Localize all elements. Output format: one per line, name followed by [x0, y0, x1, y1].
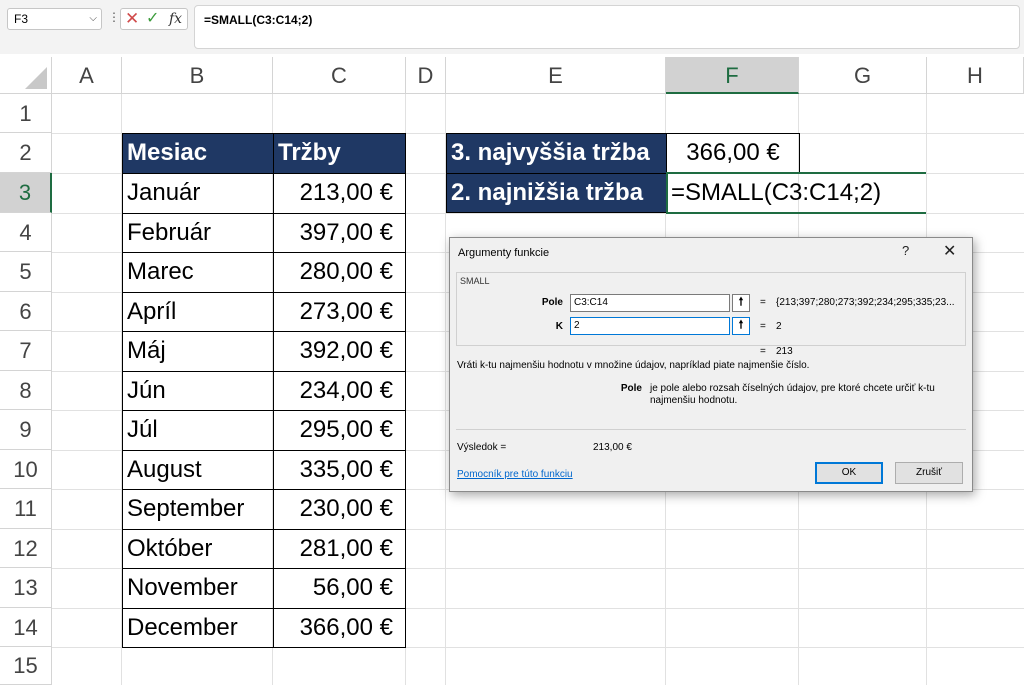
- table-cell-sales[interactable]: 280,00 €: [273, 252, 406, 293]
- arg-input-pole[interactable]: C3:C14: [570, 294, 730, 312]
- arg-eq: =: [760, 321, 766, 332]
- row-header-9[interactable]: 9: [0, 410, 52, 450]
- more-icon: ⋮: [108, 10, 120, 24]
- arg-label-pole: Pole: [541, 297, 563, 308]
- table-cell-sales[interactable]: 213,00 €: [273, 173, 406, 214]
- select-all-icon: [25, 67, 47, 89]
- row-header-1[interactable]: 1: [0, 94, 52, 133]
- function-name: SMALL: [460, 276, 490, 286]
- row-header-8[interactable]: 8: [0, 371, 52, 410]
- row-header-6[interactable]: 6: [0, 292, 52, 331]
- name-box[interactable]: F3 ⌵: [7, 8, 102, 30]
- table-cell-month[interactable]: Júl: [122, 410, 274, 451]
- table-cell-month[interactable]: August: [122, 450, 274, 490]
- table-header-month[interactable]: Mesiac: [122, 133, 274, 174]
- table-cell-sales[interactable]: 230,00 €: [273, 489, 406, 530]
- label-third-highest[interactable]: 3. najvyššia tržba: [446, 133, 667, 174]
- table-cell-sales[interactable]: 295,00 €: [273, 410, 406, 451]
- table-cell-month[interactable]: December: [122, 608, 274, 648]
- table-cell-month[interactable]: Október: [122, 529, 274, 569]
- table-header-sales[interactable]: Tržby: [273, 133, 406, 174]
- arg-input-k[interactable]: 2: [570, 317, 730, 335]
- table-cell-month[interactable]: Február: [122, 213, 274, 253]
- column-header-c[interactable]: C: [273, 57, 406, 94]
- row-header-4[interactable]: 4: [0, 213, 52, 252]
- function-arguments-dialog: Argumenty funkcie ? ✕ SMALL Pole C3:C14 …: [449, 237, 973, 492]
- param-description: je pole alebo rozsah číselných údajov, p…: [650, 383, 935, 406]
- table-cell-sales[interactable]: 392,00 €: [273, 331, 406, 372]
- table-cell-sales[interactable]: 281,00 €: [273, 529, 406, 569]
- ok-button[interactable]: OK: [815, 462, 883, 484]
- table-cell-month[interactable]: Máj: [122, 331, 274, 372]
- column-header-d[interactable]: D: [406, 57, 446, 94]
- row-header-13[interactable]: 13: [0, 568, 52, 608]
- collapse-dialog-icon[interactable]: 🠕: [732, 294, 750, 312]
- table-cell-month[interactable]: November: [122, 568, 274, 609]
- arg-result-pole: {213;397;280;273;392;234;295;335;23...: [776, 297, 955, 308]
- row-header-14[interactable]: 14: [0, 608, 52, 647]
- row-header-5[interactable]: 5: [0, 252, 52, 292]
- row-header-7[interactable]: 7: [0, 331, 52, 371]
- value-third-highest[interactable]: 366,00 €: [666, 133, 800, 174]
- table-cell-sales[interactable]: 397,00 €: [273, 213, 406, 253]
- table-cell-sales[interactable]: 234,00 €: [273, 371, 406, 411]
- column-header-e[interactable]: E: [446, 57, 666, 94]
- column-header-g[interactable]: G: [799, 57, 927, 94]
- row-header-15[interactable]: 15: [0, 647, 52, 685]
- arg-label-k: K: [555, 321, 563, 332]
- insert-function-icon[interactable]: fx: [169, 9, 182, 29]
- table-cell-month[interactable]: Jún: [122, 371, 274, 411]
- label-second-lowest[interactable]: 2. najnižšia tržba: [446, 173, 667, 213]
- formula-input[interactable]: =SMALL(C3:C14;2): [194, 5, 1020, 49]
- column-header-b[interactable]: B: [122, 57, 273, 94]
- active-cell-formula[interactable]: =SMALL(C3:C14;2): [666, 172, 926, 214]
- table-cell-month[interactable]: Január: [122, 173, 274, 214]
- overall-eq: =: [760, 346, 766, 357]
- row-header-2[interactable]: 2: [0, 133, 52, 173]
- row-header-10[interactable]: 10: [0, 450, 52, 489]
- cancel-icon[interactable]: ✕: [125, 10, 139, 28]
- help-icon[interactable]: ?: [902, 243, 909, 258]
- cancel-button[interactable]: Zrušiť: [895, 462, 963, 484]
- chevron-down-icon[interactable]: ⌵: [89, 9, 97, 29]
- dialog-title: Argumenty funkcie: [458, 247, 550, 259]
- select-all-corner[interactable]: [0, 57, 52, 94]
- table-cell-month[interactable]: Apríl: [122, 292, 274, 332]
- dialog-divider: [456, 429, 966, 430]
- table-cell-month[interactable]: September: [122, 489, 274, 530]
- name-box-value: F3: [14, 12, 29, 26]
- table-cell-sales[interactable]: 273,00 €: [273, 292, 406, 332]
- result-label: Výsledok =: [457, 442, 507, 453]
- arg-eq: =: [760, 297, 766, 308]
- arg-result-k: 2: [776, 321, 782, 332]
- table-cell-sales[interactable]: 335,00 €: [273, 450, 406, 490]
- function-description: Vráti k-tu najmenšiu hodnotu v množine ú…: [457, 360, 810, 371]
- overall-result: 213: [776, 346, 793, 357]
- table-cell-month[interactable]: Marec: [122, 252, 274, 293]
- result-value: 213,00 €: [593, 442, 632, 453]
- column-header-f[interactable]: F: [666, 57, 799, 94]
- table-cell-sales[interactable]: 56,00 €: [273, 568, 406, 609]
- help-link[interactable]: Pomocník pre túto funkciu: [457, 469, 573, 480]
- enter-icon[interactable]: ✓: [146, 10, 159, 28]
- formula-bar: F3 ⌵ ⋮ ✕ ✓ fx =SMALL(C3:C14;2): [0, 0, 1024, 54]
- collapse-dialog-icon[interactable]: 🠕: [732, 317, 750, 335]
- row-header-12[interactable]: 12: [0, 529, 52, 568]
- row-header-11[interactable]: 11: [0, 489, 52, 529]
- close-icon[interactable]: ✕: [943, 241, 956, 261]
- formula-bar-buttons: ✕ ✓ fx: [120, 8, 188, 30]
- row-header-3[interactable]: 3: [0, 173, 52, 213]
- column-header-h[interactable]: H: [927, 57, 1024, 94]
- param-name: Pole: [620, 383, 642, 394]
- table-cell-sales[interactable]: 366,00 €: [273, 608, 406, 648]
- column-header-a[interactable]: A: [52, 57, 122, 94]
